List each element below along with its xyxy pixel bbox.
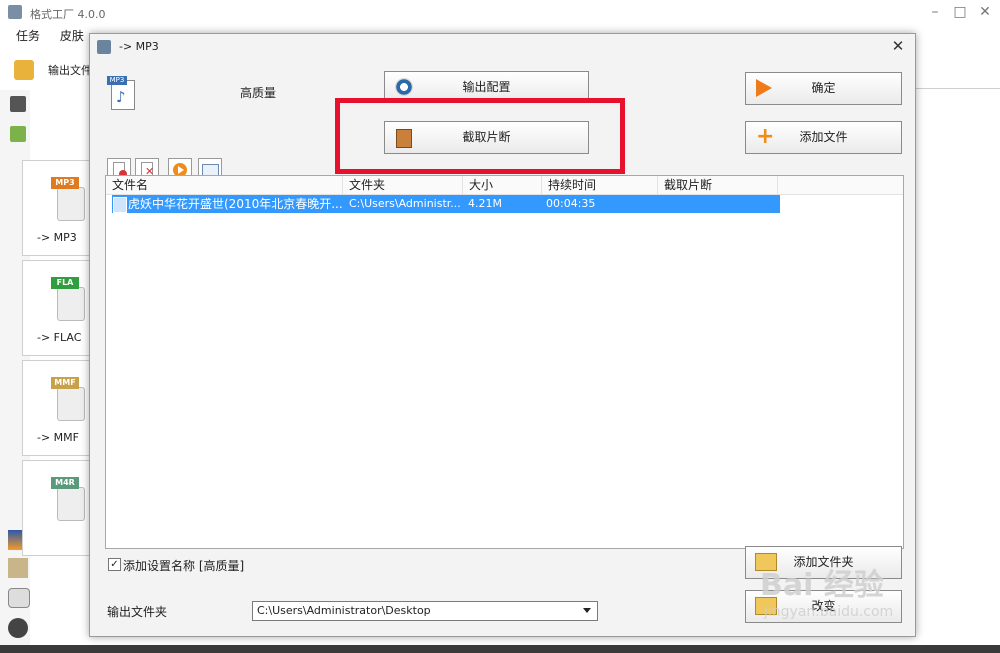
m4r-icon: M4R <box>51 477 85 521</box>
cell-size: 4.21M <box>468 197 502 210</box>
output-path-value: C:\Users\Administrator\Desktop <box>257 604 431 617</box>
watermark-main: Bai 经验 <box>760 568 884 603</box>
maximize-icon[interactable]: □ <box>950 4 970 20</box>
column-header-folder[interactable]: 文件夹 <box>343 176 463 194</box>
audio-file-icon <box>113 197 127 213</box>
format-card-flac[interactable]: FLA -> FLAC <box>22 260 92 356</box>
format-panel: MP3 -> MP3 FLA -> FLAC MMF -> MMF M4R <box>22 160 92 556</box>
mmf-icon: MMF <box>51 377 85 421</box>
list-header: 文件名 文件夹 大小 持续时间 截取片断 <box>106 176 903 195</box>
menu-item-skin[interactable]: 皮肤 <box>60 26 84 46</box>
close-icon[interactable]: ✕ <box>975 4 995 20</box>
tools-icon[interactable] <box>8 618 28 638</box>
mp3-icon: MP3 <box>51 177 85 221</box>
dialog-app-icon <box>97 40 111 54</box>
format-label: -> FLAC <box>37 331 82 344</box>
format-label: -> MMF <box>37 431 79 444</box>
column-header-filename[interactable]: 文件名 <box>106 176 343 194</box>
table-row[interactable]: 虎妖中华花开盛世(2010年北京春晚开... C:\Users\Administ… <box>112 195 780 213</box>
output-folder-icon[interactable] <box>14 60 34 80</box>
checkbox-label: 添加设置名称 [高质量] <box>123 559 245 573</box>
rom-device-icon[interactable] <box>8 588 30 608</box>
status-bar <box>0 645 1000 653</box>
cell-clip <box>664 195 764 213</box>
ok-button[interactable]: 确定 <box>745 72 902 105</box>
app-icon <box>8 5 22 19</box>
format-label: -> MP3 <box>37 231 77 244</box>
chevron-down-icon <box>583 608 591 613</box>
main-window-title: 格式工厂 4.0.0 <box>30 8 106 21</box>
menu-bar: 任务 皮肤 <box>0 26 100 46</box>
close-icon[interactable]: ✕ <box>890 38 906 54</box>
dialog-title: -> MP3 <box>119 40 159 53</box>
format-card-m4r[interactable]: M4R <box>22 460 92 556</box>
dialog-title-bar: -> MP3 ✕ <box>90 34 915 60</box>
column-header-size[interactable]: 大小 <box>463 176 542 194</box>
format-card-mp3[interactable]: MP3 -> MP3 <box>22 160 92 256</box>
output-path-select[interactable]: C:\Users\Administrator\Desktop <box>252 601 598 621</box>
cell-folder: C:\Users\Administr... <box>349 197 461 210</box>
main-toolbar: 输出文件 <box>0 56 100 84</box>
document-category-icon[interactable] <box>8 558 28 578</box>
minimize-icon[interactable]: – <box>925 4 945 20</box>
cell-duration: 00:04:35 <box>546 197 596 210</box>
file-list[interactable]: 文件名 文件夹 大小 持续时间 截取片断 虎妖中华花开盛世(2010年北京春晚开… <box>105 175 904 549</box>
menu-item-task[interactable]: 任务 <box>16 26 40 46</box>
video-category-icon[interactable] <box>10 96 26 112</box>
divider <box>916 88 1000 89</box>
baidu-watermark: Bai 经验 jingyan.baidu.com <box>760 560 960 630</box>
highlight-box <box>335 98 625 174</box>
quality-label: 高质量 <box>240 86 277 100</box>
format-card-mmf[interactable]: MMF -> MMF <box>22 360 92 456</box>
audio-category-icon[interactable] <box>10 126 26 142</box>
mp3-file-icon: MP3 ♪ <box>107 76 135 110</box>
add-setting-name-checkbox[interactable]: ✓ <box>108 558 121 571</box>
add-file-button[interactable]: + 添加文件 <box>745 121 902 154</box>
main-title-bar: 格式工厂 4.0.0 – □ ✕ <box>0 0 1000 26</box>
column-header-duration[interactable]: 持续时间 <box>542 176 658 194</box>
toolbar-output-label[interactable]: 输出文件 <box>48 62 92 78</box>
watermark-sub: jingyan.baidu.com <box>764 604 894 620</box>
flac-icon: FLA <box>51 277 85 321</box>
cell-filename: 虎妖中华花开盛世(2010年北京春晚开... <box>128 197 342 211</box>
output-folder-label: 输出文件夹 <box>107 605 168 619</box>
column-header-clip[interactable]: 截取片断 <box>658 176 778 194</box>
